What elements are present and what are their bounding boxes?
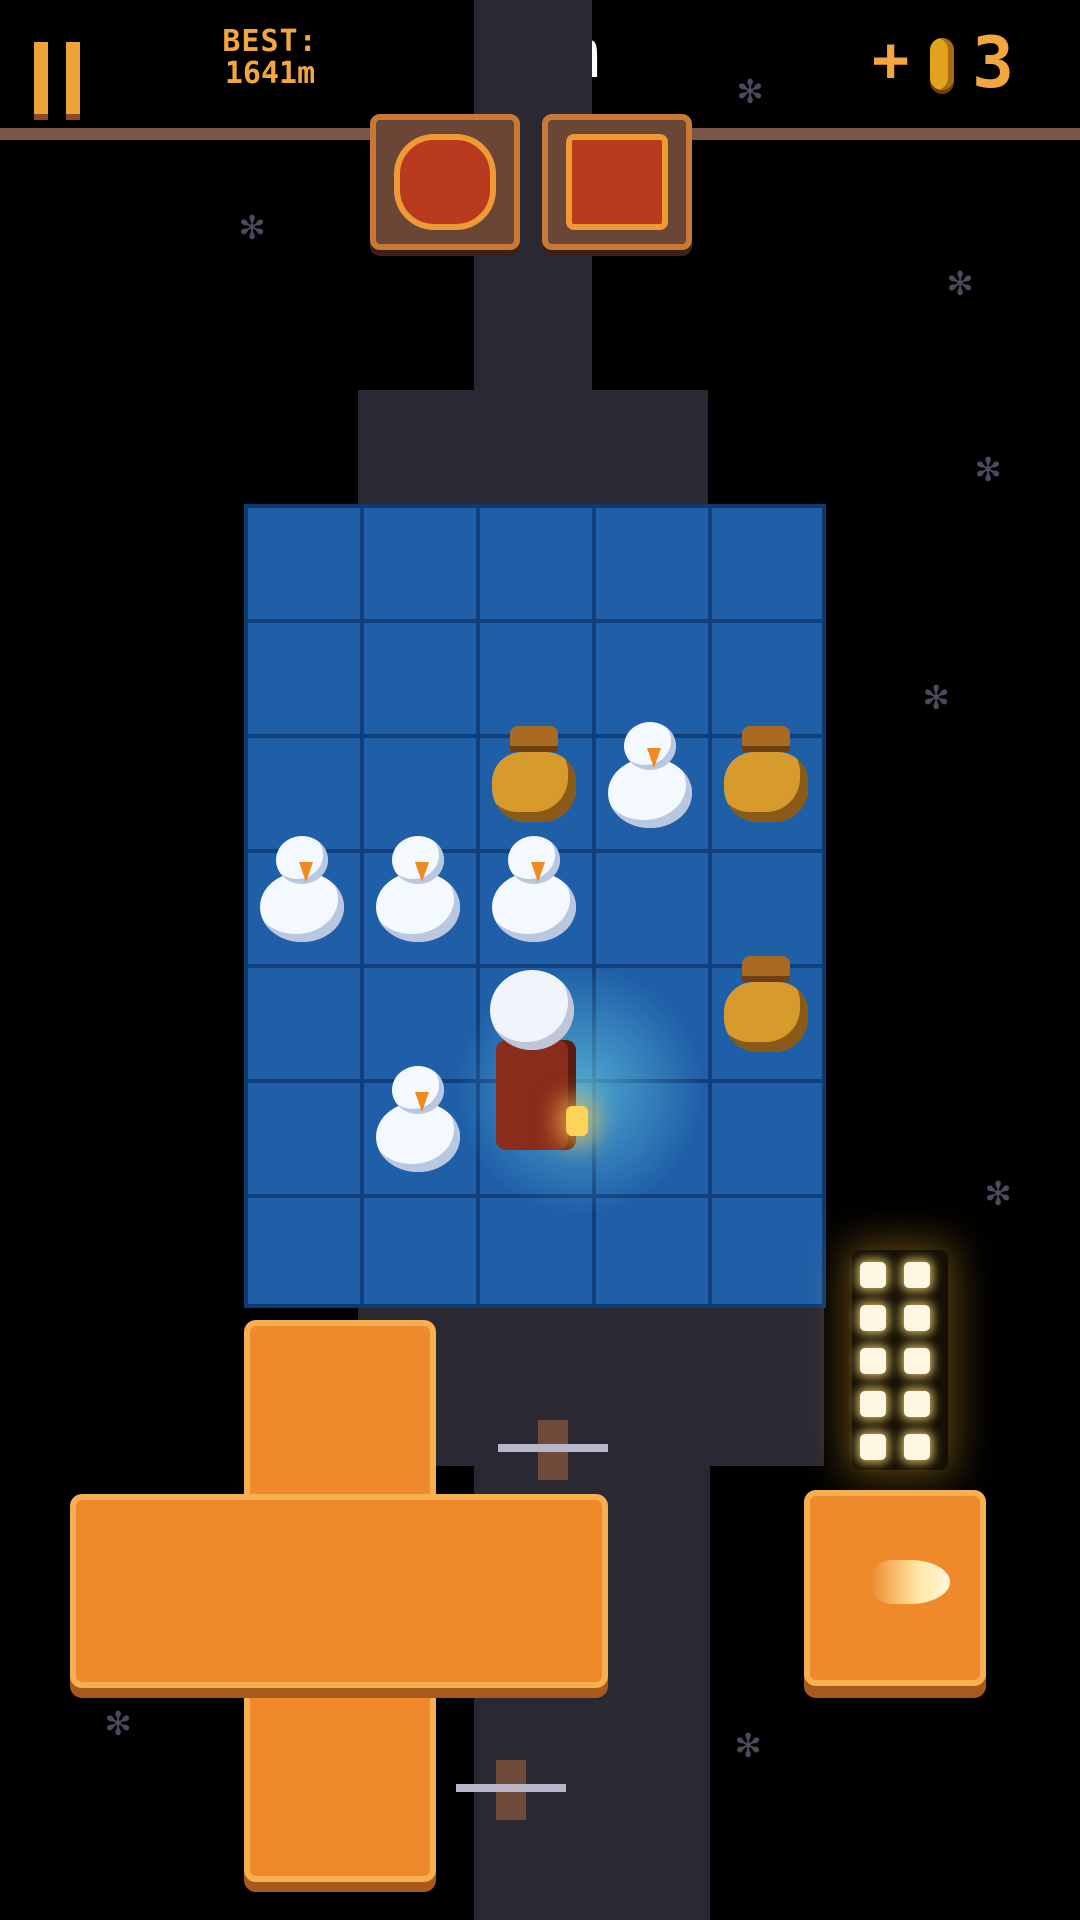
- pause-icon: [34, 42, 48, 114]
- snowflake-icon: ✻: [736, 1721, 761, 1767]
- hud-rail-right: [688, 128, 1080, 140]
- snowflake-icon: ✻: [738, 67, 763, 113]
- snowman-enemy: [370, 1066, 466, 1176]
- snowman-enemy: [370, 836, 466, 946]
- clay-pot: [718, 952, 814, 1062]
- coin-plus-sign: +: [872, 23, 910, 96]
- crossbow-turret: [456, 1760, 566, 1820]
- ammo-dot: [904, 1348, 930, 1374]
- crossbow-turret: [498, 1420, 608, 1480]
- coin-icon: [930, 38, 954, 90]
- snowflake-icon: ✻: [106, 1699, 131, 1745]
- clay-pot: [486, 722, 582, 832]
- best-distance-value: 1641m: [224, 56, 316, 91]
- clay-pot: [718, 722, 814, 832]
- snowflake-icon: ✻: [924, 673, 949, 719]
- snowflake-icon: ✻: [240, 203, 265, 249]
- hud-rail-left: [0, 128, 372, 140]
- dpad-icon: [250, 1500, 418, 1670]
- snowflake-icon: ✻: [948, 259, 973, 305]
- fist-icon: [394, 134, 496, 230]
- pause-button[interactable]: [28, 20, 88, 114]
- pause-icon-bar-2: [66, 42, 80, 114]
- ammo-dot: [860, 1305, 886, 1331]
- fire-fist-powerup[interactable]: [370, 114, 520, 250]
- best-label: BEST:: [222, 24, 318, 59]
- snowflake-icon: ✻: [976, 445, 1001, 491]
- floor-upper: [358, 390, 708, 508]
- snowman-enemy: [254, 836, 350, 946]
- ammo-dot: [904, 1434, 930, 1460]
- ammo-dot: [860, 1262, 886, 1288]
- torch-icon: [566, 1106, 588, 1136]
- ammo-dot: [904, 1262, 930, 1288]
- ammo-dot: [904, 1305, 930, 1331]
- ammo-dot: [860, 1348, 886, 1374]
- fireball-icon: [870, 1560, 950, 1604]
- snowman-enemy: [486, 836, 582, 946]
- player-hero: [468, 970, 598, 1180]
- snowflake-icon: ✻: [986, 1169, 1011, 1215]
- ammo-dot: [860, 1434, 886, 1460]
- snowman-enemy: [602, 722, 698, 832]
- coin-count: 3: [972, 22, 1015, 104]
- ammo-dot: [904, 1391, 930, 1417]
- fire-card-plus-powerup[interactable]: [542, 114, 692, 250]
- ammo-dot: [860, 1391, 886, 1417]
- card-plus-icon: [566, 134, 668, 230]
